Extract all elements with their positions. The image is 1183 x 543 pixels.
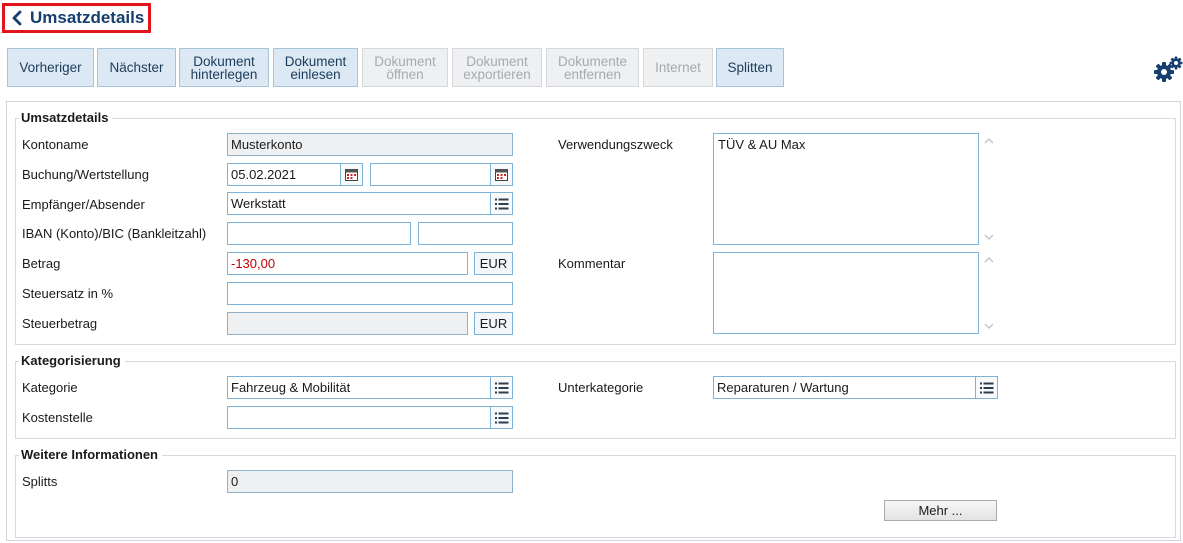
- scroll-down-icon[interactable]: [984, 233, 994, 241]
- export-document-button[interactable]: Dokument exportieren: [452, 48, 542, 87]
- kostenstelle-label: Kostenstelle: [22, 410, 93, 425]
- kostenstelle-list-button[interactable]: [490, 406, 513, 429]
- chevron-left-icon: [12, 10, 22, 26]
- open-document-button[interactable]: Dokument öffnen: [362, 48, 448, 87]
- list-icon: [979, 382, 993, 393]
- iban-label: IBAN (Konto)/BIC (Bankleitzahl): [22, 226, 207, 241]
- list-icon: [494, 382, 508, 393]
- gear-icon[interactable]: [1153, 55, 1183, 85]
- weitere-fieldset: [15, 455, 1176, 538]
- kategorie-list-button[interactable]: [490, 376, 513, 399]
- betrag-label: Betrag: [22, 256, 61, 271]
- verwendungszweck-scrollbar[interactable]: [980, 133, 998, 245]
- mehr-button[interactable]: Mehr ...: [884, 500, 997, 521]
- kommentar-label: Kommentar: [558, 256, 626, 271]
- kategorisierung-fieldset: [15, 361, 1176, 439]
- verwendungszweck-textarea[interactable]: TÜV & AU Max: [713, 133, 979, 245]
- internet-button[interactable]: Internet: [643, 48, 713, 87]
- steuerbetrag-label: Steuerbetrag: [22, 316, 98, 331]
- splitts-label: Splitts: [22, 474, 58, 489]
- steuerbetrag-field: [227, 312, 468, 335]
- page-title: Umsatzdetails: [30, 8, 145, 27]
- unterkategorie-field[interactable]: Reparaturen / Wartung: [713, 376, 976, 399]
- buchung-date-field[interactable]: 05.02.2021: [227, 163, 341, 186]
- betrag-field[interactable]: -130,00: [227, 252, 468, 275]
- empfaenger-field[interactable]: Werkstatt: [227, 192, 491, 215]
- list-icon: [494, 412, 508, 423]
- read-document-button[interactable]: Dokument einlesen: [273, 48, 358, 87]
- kategorie-field[interactable]: Fahrzeug & Mobilität: [227, 376, 491, 399]
- weitere-legend: Weitere Informationen: [19, 447, 163, 462]
- wertstellung-date-field[interactable]: [370, 163, 491, 186]
- wertstellung-calendar-button[interactable]: [490, 163, 513, 186]
- steuersatz-label: Steuersatz in %: [22, 286, 114, 301]
- calendar-icon: [495, 169, 508, 181]
- bic-field[interactable]: [418, 222, 513, 245]
- details-legend: Umsatzdetails: [19, 110, 113, 125]
- back-title-link[interactable]: Umsatzdetails: [2, 3, 151, 33]
- kontoname-field: Musterkonto: [227, 133, 513, 156]
- buchung-label: Buchung/Wertstellung: [22, 167, 149, 182]
- unterkategorie-list-button[interactable]: [975, 376, 998, 399]
- kostenstelle-field[interactable]: [227, 406, 491, 429]
- scroll-up-icon[interactable]: [984, 256, 994, 264]
- split-button[interactable]: Splitten: [716, 48, 784, 87]
- empfaenger-list-button[interactable]: [490, 192, 513, 215]
- previous-button[interactable]: Vorheriger: [7, 48, 94, 87]
- remove-documents-button[interactable]: Dokumente entfernen: [546, 48, 639, 87]
- splitts-field: 0: [227, 470, 513, 493]
- kategorie-label: Kategorie: [22, 380, 78, 395]
- steuersatz-field[interactable]: [227, 282, 513, 305]
- steuerbetrag-currency-button[interactable]: EUR: [474, 312, 513, 335]
- store-document-button[interactable]: Dokument hinterlegen: [179, 48, 269, 87]
- empfaenger-label: Empfänger/Absender: [22, 197, 145, 212]
- betrag-currency-button[interactable]: EUR: [474, 252, 513, 275]
- kommentar-scrollbar[interactable]: [980, 252, 998, 334]
- unterkategorie-label: Unterkategorie: [558, 380, 644, 395]
- buchung-calendar-button[interactable]: [340, 163, 363, 186]
- iban-field[interactable]: [227, 222, 411, 245]
- scroll-down-icon[interactable]: [984, 322, 994, 330]
- verwendungszweck-label: Verwendungszweck: [558, 137, 673, 152]
- kategorisierung-legend: Kategorisierung: [19, 353, 125, 368]
- next-button[interactable]: Nächster: [97, 48, 176, 87]
- kommentar-textarea[interactable]: [713, 252, 979, 334]
- scroll-up-icon[interactable]: [984, 137, 994, 145]
- calendar-icon: [345, 169, 358, 181]
- kontoname-label: Kontoname: [22, 137, 89, 152]
- list-icon: [494, 198, 508, 209]
